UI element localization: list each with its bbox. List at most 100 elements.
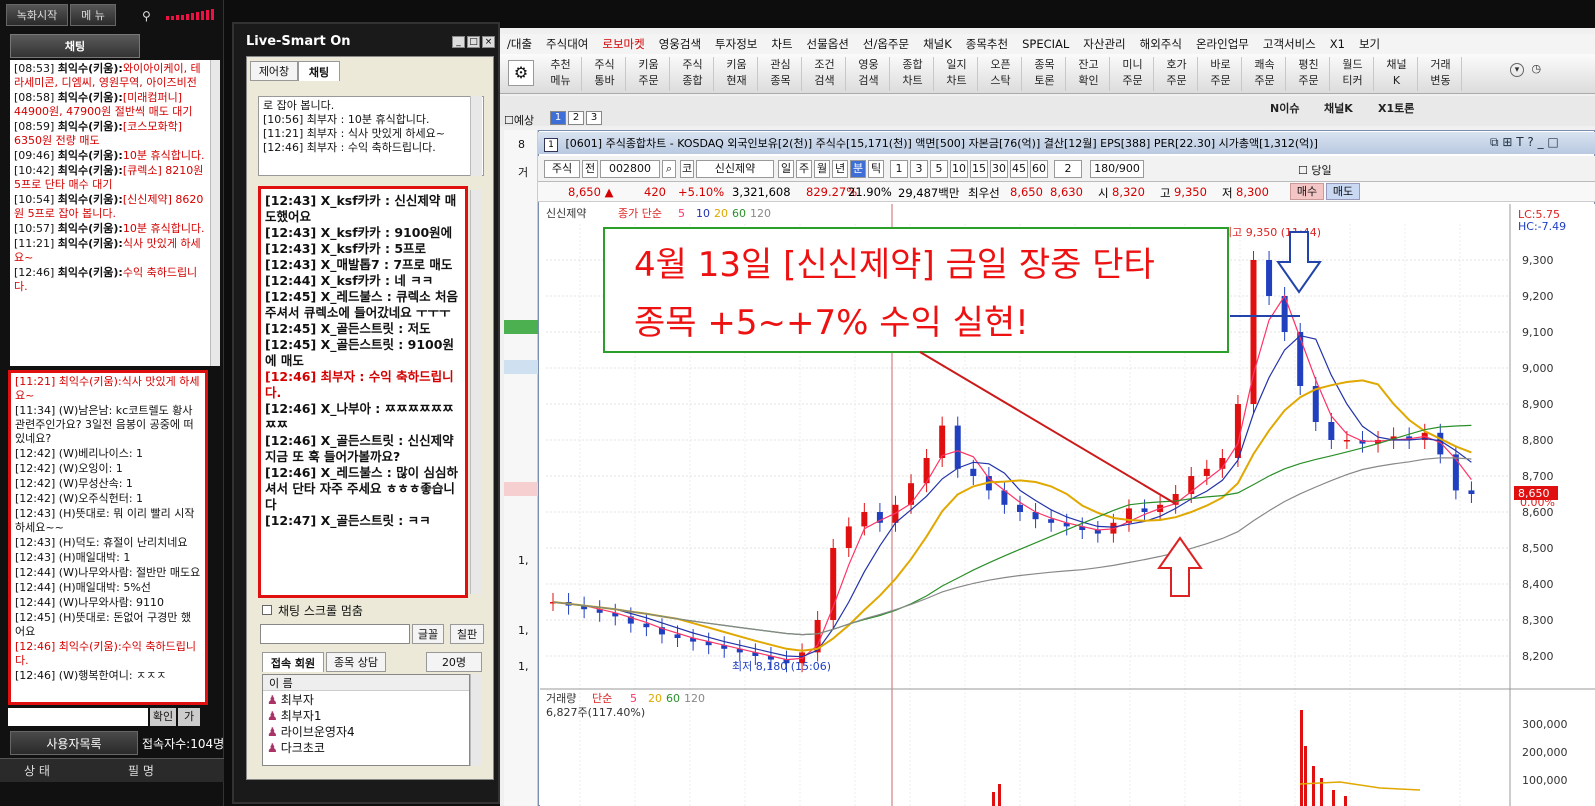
stock-name-input[interactable]: 신신제약 (696, 160, 774, 178)
menu-item[interactable]: 종목추천 (959, 36, 1015, 52)
toolbar-button[interactable]: 거래 변동 (1420, 57, 1462, 91)
board-button[interactable]: 칠판 (450, 624, 484, 644)
stop-scroll-checkbox[interactable] (262, 605, 272, 615)
menu-item[interactable]: 선물옵션 (800, 36, 856, 52)
period-button[interactable]: 주 (796, 160, 812, 178)
font-button[interactable]: 글꼴 (412, 624, 444, 644)
mid-scrollbar-top[interactable] (470, 96, 482, 176)
menu-button[interactable]: 메 뉴 (70, 4, 116, 26)
same-day-checkbox[interactable]: ☐ 당일 (1298, 162, 1332, 178)
period-button[interactable]: 분 (850, 160, 866, 178)
menu-item[interactable]: 투자정보 (708, 36, 764, 52)
toolbar-button[interactable]: 바로 주문 (1200, 57, 1242, 91)
code-input[interactable]: 002800 (600, 160, 660, 178)
period-button[interactable]: 월 (814, 160, 830, 178)
market-button[interactable]: 전 (582, 160, 598, 178)
menu-item[interactable]: 로보마켓 (595, 36, 651, 52)
tab-chat-mid[interactable]: 채팅 (298, 61, 340, 81)
minute-button[interactable]: 45 (1010, 160, 1028, 178)
confirm-button[interactable]: 확인 (150, 708, 176, 726)
chart-title: [0601] 주식종합차트 - KOSDAQ 외국인보유[2(천)] 주식수[1… (565, 137, 1318, 150)
record-start-button[interactable]: 녹화시작 (6, 4, 68, 26)
minute-button[interactable]: 10 (950, 160, 968, 178)
member-row[interactable]: ♟ 최부자1 (263, 707, 469, 723)
toolbar-button[interactable]: 종합 차트 (892, 57, 934, 91)
minimize-icon[interactable]: _ (452, 36, 465, 48)
tab-chat[interactable]: 채팅 (10, 34, 140, 58)
menu-item[interactable]: 자산관리 (1076, 36, 1132, 52)
mid-scrollbar-main[interactable] (470, 190, 482, 594)
member-row[interactable]: ♟ 다크초코 (263, 739, 469, 755)
quick-link[interactable]: N이슈 (1270, 100, 1299, 116)
range-input[interactable]: 180/900 (1090, 160, 1144, 178)
user-list-button[interactable]: 사용자목록 (10, 731, 138, 755)
tab-members[interactable]: 접속 회원 (262, 652, 324, 672)
minute-button[interactable]: 60 (1030, 160, 1048, 178)
menu-item[interactable]: 주식대여 (539, 36, 595, 52)
mid-chat-input[interactable] (260, 624, 410, 644)
add-button[interactable]: 가 (178, 708, 200, 726)
market-kind[interactable]: 코 (680, 160, 694, 178)
member-scrollbar[interactable] (470, 674, 482, 766)
toolbar-button[interactable]: 쾌속 주문 (1244, 57, 1286, 91)
menu-item[interactable]: SPECIAL (1015, 37, 1076, 51)
toolbar-button[interactable]: 관심 종목 (760, 57, 802, 91)
chart-window-buttons[interactable]: ⧉ ⊞ T ? _ □ (1490, 135, 1559, 150)
maximize-icon[interactable]: □ (467, 36, 480, 48)
menu-item[interactable]: X1 (1323, 37, 1352, 51)
minute-button[interactable]: 5 (930, 160, 948, 178)
chat-input[interactable] (8, 708, 148, 726)
tab-control-window[interactable]: 제어창 (250, 61, 298, 81)
member-row[interactable]: ♟ 라이브운영자4 (263, 723, 469, 739)
toolbar-button[interactable]: 평친 주문 (1288, 57, 1330, 91)
menu-item[interactable]: 해외주식 (1133, 36, 1189, 52)
preset-page[interactable]: 1 (550, 111, 566, 125)
toolbar-button[interactable]: 추천 메뉴 (540, 57, 582, 91)
toolbar-button[interactable]: 채널 K (1376, 57, 1418, 91)
close-icon[interactable]: × (482, 36, 495, 48)
preset-page[interactable]: 3 (586, 111, 602, 125)
quick-link[interactable]: 채널K (1324, 100, 1353, 116)
toolbar-button[interactable]: 주식 통바 (584, 57, 626, 91)
menu-item[interactable]: 선/옵주문 (856, 36, 916, 52)
menu-item[interactable]: 보기 (1352, 36, 1387, 52)
gear-icon[interactable]: ⚙ (508, 60, 534, 86)
preset-label[interactable]: ☐예상 (504, 112, 534, 128)
menu-item[interactable]: /대출 (500, 36, 539, 52)
search-icon[interactable]: ⌕ (662, 160, 676, 178)
minute-button[interactable]: 1 (890, 160, 908, 178)
toolbar-button[interactable]: 키움 현재 (716, 57, 758, 91)
period-button[interactable]: 일 (778, 160, 794, 178)
stock-type-select[interactable]: 주식 (544, 160, 580, 178)
toolbar-button[interactable]: 월드 티커 (1332, 57, 1374, 91)
toolbar-button[interactable]: 키움 주문 (628, 57, 670, 91)
menu-item[interactable]: 온라인업무 (1189, 36, 1256, 52)
minute-button[interactable]: 30 (990, 160, 1008, 178)
preset-page[interactable]: 2 (568, 111, 584, 125)
menu-item[interactable]: 채널K (916, 36, 959, 52)
toolbar-button[interactable]: 종목 토론 (1024, 57, 1066, 91)
toolbar-button[interactable]: 오픈 스탁 (980, 57, 1022, 91)
menu-item[interactable]: 영웅검색 (652, 36, 708, 52)
member-row[interactable]: ♟ 최부자 (263, 691, 469, 707)
quick-link[interactable]: X1토론 (1378, 100, 1414, 116)
minute-button[interactable]: 3 (910, 160, 928, 178)
chat-scrollbar-top[interactable] (210, 60, 220, 366)
period-button[interactable]: 틱 (868, 160, 884, 178)
toolbar-button[interactable]: 미니 주문 (1112, 57, 1154, 91)
toolbar-button[interactable]: 호가 주문 (1156, 57, 1198, 91)
price-chart[interactable]: 9,3009,2009,1009,0008,9008,8008,7008,600… (540, 204, 1595, 806)
toolbar-button[interactable]: 조건 검색 (804, 57, 846, 91)
period-button[interactable]: 년 (832, 160, 848, 178)
menu-item[interactable]: 고객서비스 (1256, 36, 1323, 52)
sell-button[interactable]: 매도 (1326, 183, 1360, 200)
tab-stock-consult[interactable]: 종목 상담 (326, 652, 386, 672)
menu-item[interactable]: 차트 (764, 36, 799, 52)
buy-button[interactable]: 매수 (1290, 183, 1324, 200)
toolbar-button[interactable]: 일지 차트 (936, 57, 978, 91)
toolbar-button[interactable]: 잔고 확인 (1068, 57, 1110, 91)
minute-button[interactable]: 15 (970, 160, 988, 178)
count-select[interactable]: 2 (1054, 160, 1082, 178)
toolbar-button[interactable]: 영웅 검색 (848, 57, 890, 91)
toolbar-button[interactable]: 주식 종합 (672, 57, 714, 91)
